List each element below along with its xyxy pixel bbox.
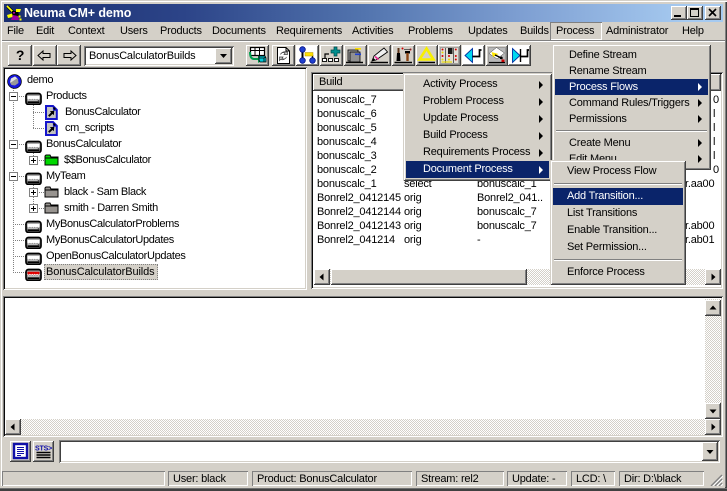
svg-text:STS>: STS> xyxy=(35,444,53,453)
